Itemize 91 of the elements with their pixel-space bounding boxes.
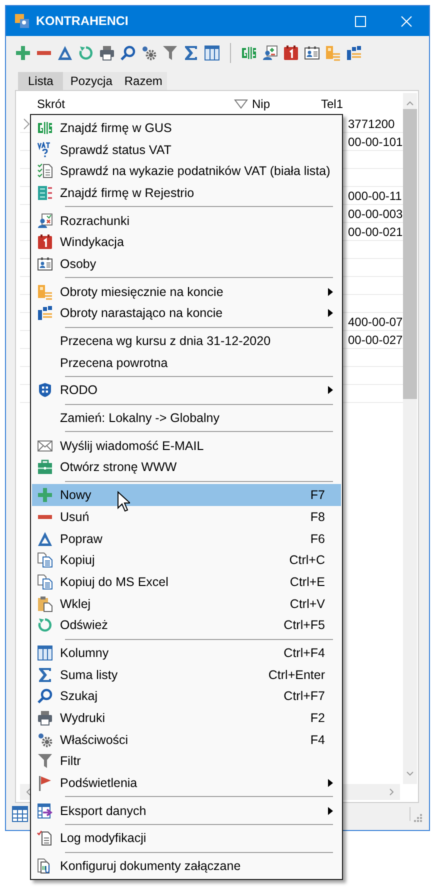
blocks-icon[interactable] — [346, 45, 362, 61]
table-cell: 400-00-07 — [348, 314, 403, 328]
menu-item[interactable]: Windykacja — [32, 231, 341, 254]
copy-icon[interactable] — [37, 574, 53, 590]
table-cell: 00-00-021 — [348, 224, 403, 238]
menu-item[interactable]: Log modyfikacji — [32, 828, 341, 850]
menu-item[interactable]: Filtr — [32, 750, 341, 772]
flag-icon[interactable] — [37, 775, 53, 792]
close-icon — [400, 16, 412, 26]
document-check-icon[interactable] — [37, 830, 53, 846]
triangle-icon[interactable] — [57, 45, 73, 61]
question-icon[interactable] — [37, 142, 53, 158]
gears-icon[interactable] — [37, 732, 53, 748]
menu-item[interactable]: Kopiuj Ctrl+C — [32, 549, 341, 572]
menu-item[interactable]: Kopiuj do MS Excel Ctrl+E — [32, 571, 341, 593]
plus-icon[interactable] — [15, 45, 31, 61]
triangle-icon[interactable] — [37, 530, 53, 547]
contact-card-icon[interactable] — [37, 256, 53, 272]
gears-icon[interactable] — [141, 45, 157, 61]
menu-item[interactable]: Otwórz stronę WWW — [32, 456, 341, 478]
tab[interactable]: Pozycja — [63, 72, 118, 90]
menu-item[interactable]: Nowy F7 — [32, 484, 341, 506]
table-cell: 3771200 — [348, 116, 395, 130]
menu-item[interactable]: Suma listy Ctrl+Enter — [32, 664, 341, 686]
menu-item[interactable]: Sprawdź na wykazie podatników VAT (biała lista) — [32, 160, 341, 182]
search-icon[interactable] — [120, 45, 136, 61]
menu-item[interactable]: Przecena powrotna — [32, 352, 341, 374]
menu-item[interactable]: Kolumny Ctrl+F4 — [32, 642, 341, 664]
menu-item[interactable]: Przecena wg kursu z dnia 31-12-2020 — [32, 330, 341, 352]
menu-item[interactable]: Znajdź firmę w Rejestrio — [32, 182, 341, 204]
printer-icon[interactable] — [99, 45, 115, 61]
menu-item[interactable]: Sprawdź status VAT — [32, 138, 341, 160]
checklist-icon[interactable] — [37, 163, 53, 180]
menu-item[interactable]: Usuń F8 — [32, 506, 341, 528]
window-title: KONTRAHENCI — [36, 14, 130, 28]
calendar-icon[interactable] — [283, 45, 299, 61]
calendar-icon[interactable] — [37, 234, 53, 250]
export-icon[interactable] — [37, 802, 53, 819]
columns-icon[interactable] — [204, 45, 220, 61]
tab[interactable]: Razem — [117, 72, 168, 90]
envelope-icon[interactable] — [37, 438, 53, 454]
clipboard-icon[interactable] — [37, 596, 53, 612]
menu-item[interactable]: Osoby — [32, 253, 341, 275]
register-icon[interactable] — [37, 184, 53, 201]
refresh-icon[interactable] — [37, 617, 53, 634]
printer-icon[interactable] — [37, 710, 53, 726]
column-header[interactable]: Nip — [252, 97, 270, 111]
funnel-icon[interactable] — [162, 45, 178, 61]
sigma-icon[interactable] — [37, 666, 53, 683]
shield-icon[interactable] — [37, 382, 53, 398]
ledger-bars-icon[interactable] — [241, 45, 257, 61]
menu-item[interactable]: Obroty miesięcznie na koncie — [32, 280, 341, 302]
menu-item[interactable]: Konfiguruj dokumenty załączane — [32, 855, 341, 877]
column-header[interactable]: Skrót — [33, 97, 233, 111]
table-cell: 00-00-101 — [348, 134, 403, 148]
menu-item[interactable]: Szukaj Ctrl+F7 — [32, 686, 341, 708]
table-icon[interactable] — [12, 806, 28, 822]
contact-card-icon[interactable] — [304, 45, 320, 61]
menu-item[interactable]: Odśwież Ctrl+F5 — [32, 614, 341, 636]
mouse-cursor-icon — [117, 491, 130, 512]
sigma-icon[interactable] — [183, 45, 199, 61]
menu-item[interactable]: Wyślij wiadomość E-MAIL — [32, 434, 341, 457]
tab[interactable]: Lista — [18, 72, 64, 90]
app-icon — [14, 13, 30, 29]
column-header[interactable]: Tel1 — [321, 97, 403, 111]
person-icon[interactable] — [37, 212, 53, 229]
menu-item[interactable]: Wklej Ctrl+V — [32, 592, 341, 614]
blocks-icon[interactable] — [37, 305, 53, 322]
funnel-icon[interactable] — [37, 753, 53, 770]
table-cell: 000-00-11 — [348, 188, 402, 202]
table-cell: 00-00-027 — [348, 332, 403, 346]
menu-item[interactable]: Podświetlenia — [32, 772, 341, 794]
menu-item[interactable]: Rozrachunki — [32, 210, 341, 232]
briefcase-icon[interactable] — [37, 459, 53, 476]
menu-item[interactable]: Popraw F6 — [32, 528, 341, 550]
ledger-bars-icon[interactable] — [37, 120, 53, 136]
copy-icon[interactable] — [37, 552, 53, 568]
menu-item[interactable]: Wydruki F2 — [32, 707, 341, 729]
resize-grip-icon[interactable] — [407, 806, 423, 822]
menu-item[interactable]: Zamień: Lokalny -> Globalny — [32, 407, 341, 429]
search-icon[interactable] — [37, 688, 53, 704]
person-icon[interactable] — [262, 45, 278, 61]
menu-item[interactable]: Właściwości F4 — [32, 728, 341, 751]
menu-item[interactable]: Obroty narastająco na koncie — [32, 302, 341, 324]
maximize-icon — [354, 16, 366, 26]
table-cell: 00-00-003 — [348, 206, 403, 220]
menu-item[interactable]: Znajdź firmę w GUS — [32, 117, 341, 139]
scroll-left-icon[interactable] — [24, 787, 32, 797]
menu-item[interactable]: Eksport danych — [32, 800, 341, 822]
columns-icon[interactable] — [37, 644, 53, 661]
menu-item[interactable]: RODO — [32, 380, 341, 402]
